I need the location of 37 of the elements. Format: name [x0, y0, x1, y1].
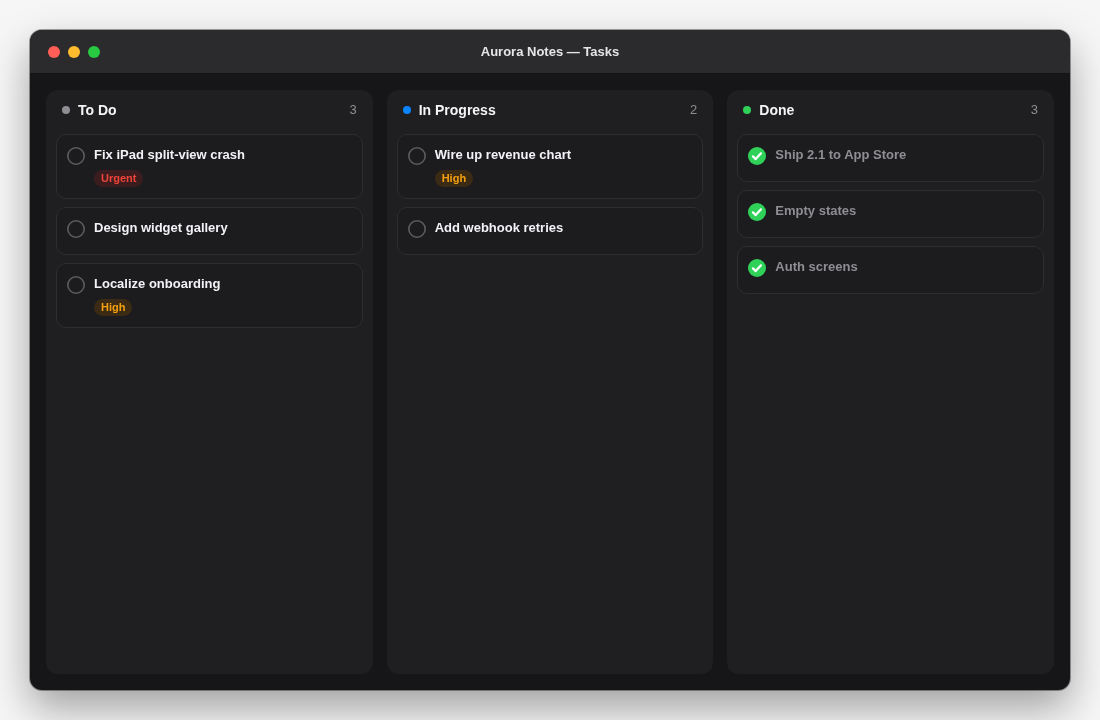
close-button[interactable]	[48, 45, 60, 58]
task-card[interactable]: Design widget gallery	[56, 207, 363, 255]
task-count: 3	[1030, 101, 1038, 119]
task-checkbox[interactable]	[748, 203, 767, 221]
task-checkbox[interactable]	[407, 220, 426, 238]
task-title: Add webhook retries	[434, 219, 564, 237]
task-checkbox[interactable]	[748, 147, 767, 165]
task-title: Fix iPad split-view crash	[94, 146, 245, 164]
priority-tag: High	[94, 299, 133, 316]
priority-tag: High	[434, 170, 474, 187]
task-count: 2	[690, 101, 698, 119]
task-count: 3	[349, 101, 357, 119]
task-card[interactable]: Auth screens	[737, 246, 1044, 294]
task-checkbox[interactable]	[67, 220, 85, 238]
zoom-button[interactable]	[88, 45, 100, 58]
task-checkbox[interactable]	[748, 259, 767, 277]
column-title: In Progress	[418, 101, 496, 120]
minimize-button[interactable]	[68, 45, 80, 58]
task-card[interactable]: Fix iPad split-view crash Urgent	[56, 134, 363, 199]
task-title: Localize onboarding	[94, 275, 221, 293]
task-title: Auth screens	[775, 258, 858, 276]
task-card[interactable]: Ship 2.1 to App Store	[737, 134, 1044, 182]
task-card[interactable]: Localize onboarding High	[56, 263, 363, 328]
task-checkbox[interactable]	[407, 147, 426, 165]
window-title: Aurora Notes — Tasks	[480, 44, 620, 59]
priority-tag: Urgent	[94, 170, 144, 187]
task-checkbox[interactable]	[67, 276, 85, 294]
task-title: Wire up revenue chart	[434, 146, 572, 164]
task-title: Design widget gallery	[94, 219, 228, 237]
task-title: Empty states	[775, 202, 857, 220]
column-title: To Do	[78, 101, 117, 120]
task-card[interactable]: Empty states	[737, 190, 1044, 238]
task-card[interactable]: Add webhook retries	[396, 207, 704, 255]
task-title: Ship 2.1 to App Store	[775, 146, 907, 164]
task-checkbox[interactable]	[67, 147, 85, 165]
task-card[interactable]: Wire up revenue chart High	[396, 134, 704, 199]
column-title: Done	[759, 101, 795, 120]
